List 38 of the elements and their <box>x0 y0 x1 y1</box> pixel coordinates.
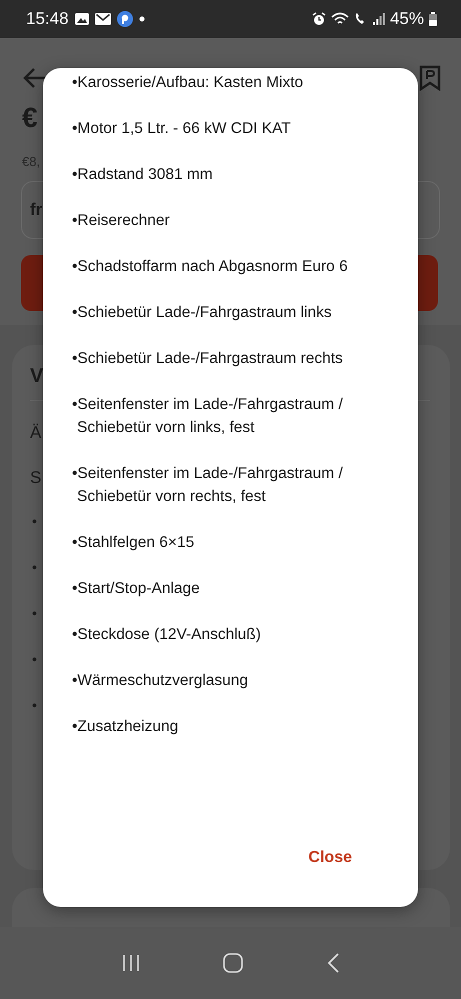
feature-item: •Schadstoffarm nach Abgasnorm Euro 6 <box>72 257 348 277</box>
recent-apps-icon[interactable] <box>120 953 141 973</box>
feature-item: •Seitenfenster im Lade-/Fahrgastraum / Schiebetür vorn rechts, fest <box>72 464 344 507</box>
feature-item: •Motor 1,5 Ltr. - 66 kW CDI KAT <box>72 119 291 139</box>
close-button[interactable]: Close <box>304 847 356 869</box>
bookmark-icon[interactable] <box>419 65 441 91</box>
bullet-text: • <box>31 697 37 715</box>
feature-item: •Reiserechner <box>72 211 170 231</box>
back-icon[interactable] <box>326 952 340 974</box>
feature-item: •Steckdose (12V-Anschluß) <box>72 625 261 645</box>
feature-item: •Zusatzheizung <box>72 717 178 737</box>
price: € <box>21 101 38 134</box>
alarm-icon <box>312 12 326 26</box>
status-time: 15:48 <box>26 9 69 29</box>
section-title: V <box>30 365 44 388</box>
wifi-icon <box>330 12 349 26</box>
battery-icon <box>429 12 437 26</box>
bullet-text: • <box>31 559 37 577</box>
row-text: S <box>30 468 42 489</box>
mail-icon <box>94 13 111 25</box>
feature-item: •Schiebetür Lade-/Fahrgastraum links <box>72 303 332 323</box>
battery-level: 45% <box>390 9 424 29</box>
bullet-text: • <box>31 651 37 669</box>
app-icon <box>116 11 133 27</box>
bullet-text: • <box>31 513 37 531</box>
feature-item: •Start/Stop-Anlage <box>72 579 200 599</box>
row-text: Ä <box>30 423 42 444</box>
feature-item: •Seitenfenster im Lade-/Fahrgastraum / Schiebetür vorn links, fest <box>72 395 344 438</box>
feature-item: •Stahlfelgen 6×15 <box>72 533 194 553</box>
signal-icon <box>372 13 385 25</box>
feature-item: •Karosserie/Aufbau: Kasten Mixto <box>72 73 304 93</box>
feature-item: •Schiebetür Lade-/Fahrgastraum rechts <box>72 349 343 369</box>
image-icon <box>74 13 89 25</box>
feature-item: •Wärmeschutzverglasung <box>72 671 248 691</box>
home-icon[interactable] <box>222 952 244 974</box>
feature-item: •Radstand 3081 mm <box>72 165 213 185</box>
dot-icon <box>138 16 145 22</box>
bullet-text: • <box>31 605 37 623</box>
